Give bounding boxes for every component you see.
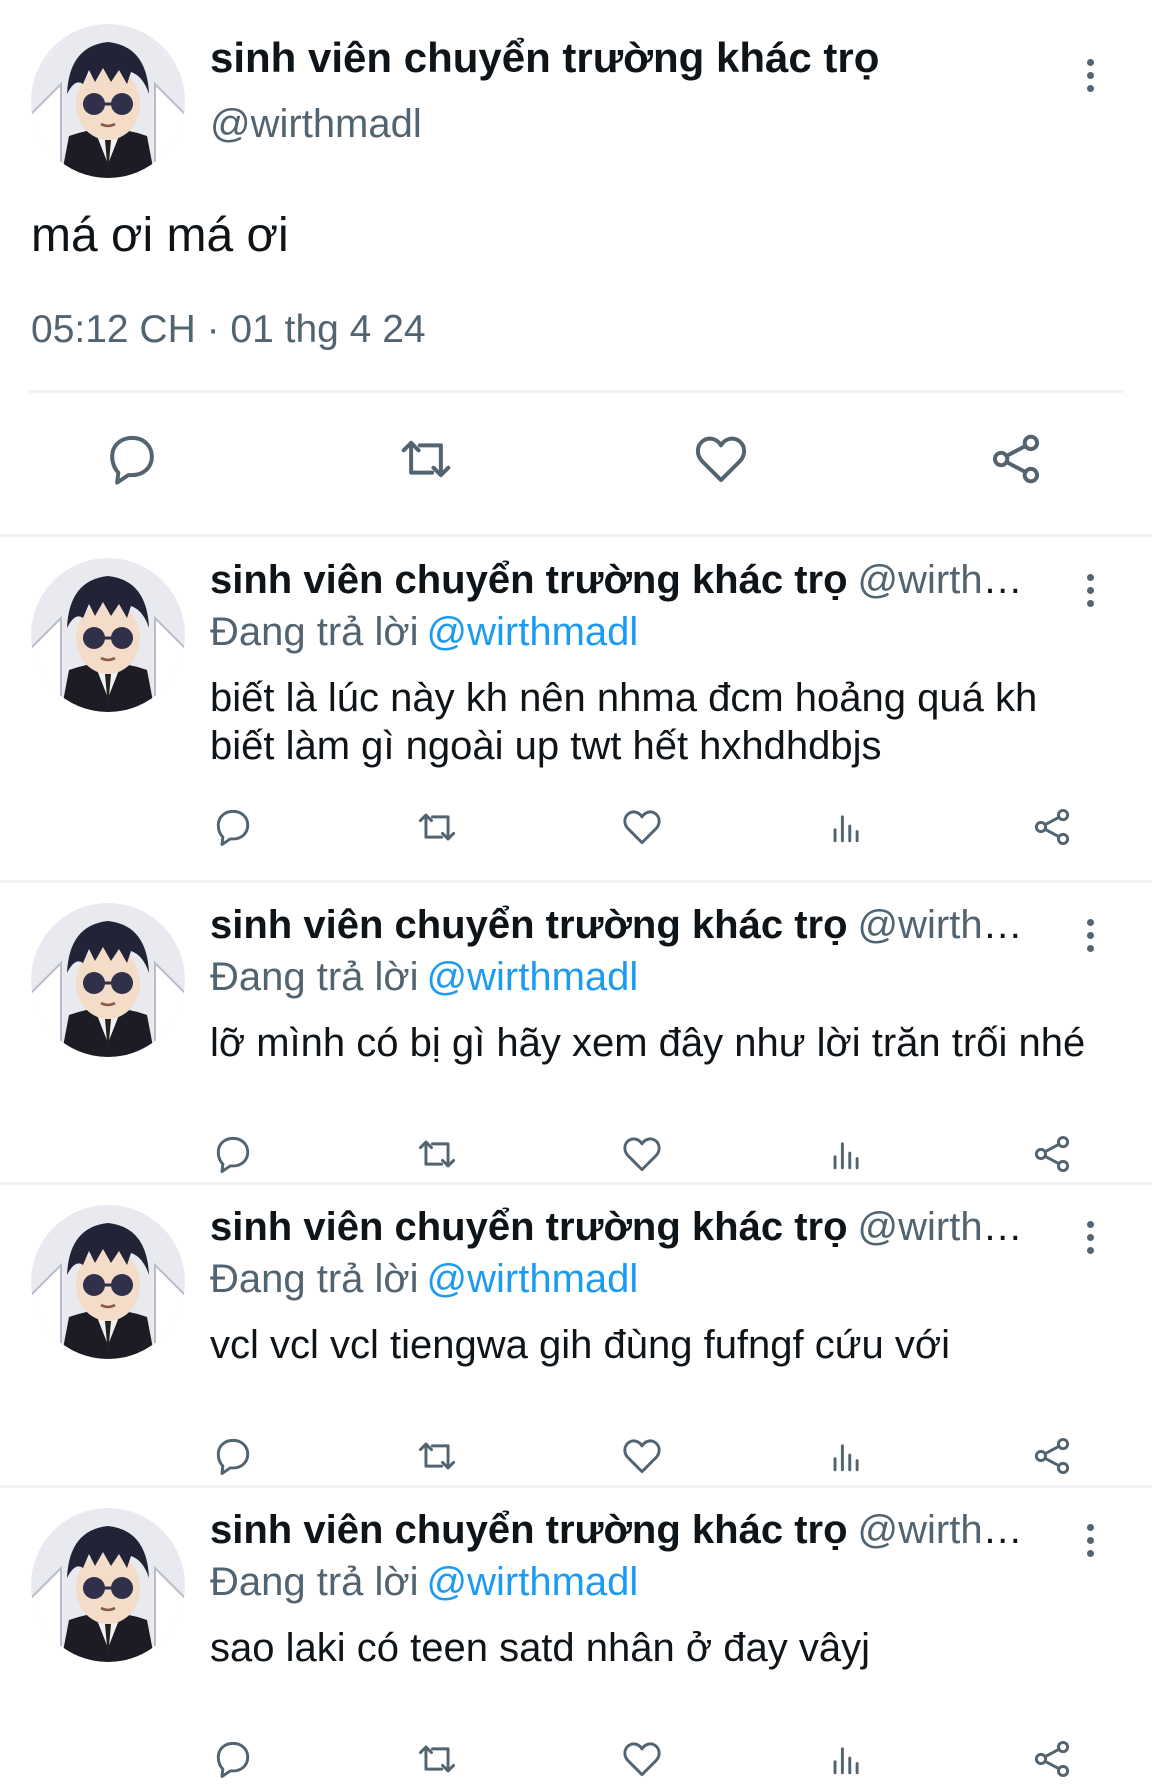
reply-icon[interactable]: [101, 428, 171, 498]
display-name[interactable]: sinh viên chuyển trường khác trọ: [210, 1205, 848, 1249]
reply-action-bar: [0, 1433, 1152, 1485]
reply-tweet[interactable]: sinh viên chuyển trường khác trọ @wirthm.…: [0, 1488, 1152, 1791]
replying-to-handle[interactable]: @wirthmadl: [427, 610, 639, 654]
tweet-timestamp[interactable]: 05:12 CH · 01 thg 4 24: [31, 308, 426, 352]
share-icon[interactable]: [985, 428, 1055, 498]
retweet-icon[interactable]: [414, 804, 466, 856]
reply-tweet[interactable]: sinh viên chuyển trường khác trọ @wirthm.…: [0, 883, 1152, 1185]
more-options-icon[interactable]: [1078, 1510, 1102, 1570]
more-options-icon[interactable]: [1078, 1207, 1102, 1267]
retweet-icon[interactable]: [414, 1736, 466, 1788]
replying-to-handle[interactable]: @wirthmadl: [427, 1560, 639, 1604]
main-tweet: sinh viên chuyển trường khác trọ @wirthm…: [0, 0, 1152, 530]
reply-text: lỡ mình có bị gì hãy xem đây như lời tră…: [210, 1021, 1086, 1065]
replying-to-handle[interactable]: @wirthmadl: [427, 955, 639, 999]
more-options-icon[interactable]: [1078, 560, 1102, 620]
more-options-icon[interactable]: [1078, 905, 1102, 965]
like-icon[interactable]: [619, 1736, 671, 1788]
username[interactable]: @wirthm...: [858, 1205, 1040, 1249]
avatar[interactable]: [31, 1508, 185, 1662]
views-icon[interactable]: [824, 1433, 876, 1485]
tweet-text: má ơi má ơi: [31, 209, 289, 262]
reply-action-bar: [0, 804, 1152, 856]
replying-to-handle[interactable]: @wirthmadl: [427, 1257, 639, 1301]
reply-text: biết là lúc này kh nên nhma đcm hoảng qu…: [210, 676, 1038, 768]
reply-icon[interactable]: [210, 1736, 262, 1788]
reply-header: sinh viên chuyển trường khác trọ @wirthm.…: [210, 1508, 1040, 1553]
reply-text: sao laki có teen satd nhân ở đay vâyj: [210, 1626, 870, 1670]
reply-text: vcl vcl vcl tiengwa gih đùng fufngf cứu …: [210, 1323, 951, 1367]
divider: [29, 390, 1123, 393]
username[interactable]: @wirthm...: [858, 1508, 1040, 1552]
replying-to: Đang trả lời @wirthmadl: [210, 1257, 638, 1302]
replying-to: Đang trả lời @wirthmadl: [210, 1560, 638, 1605]
replying-to: Đang trả lời @wirthmadl: [210, 955, 638, 1000]
replying-label: Đang trả lời: [210, 1257, 419, 1301]
avatar[interactable]: [31, 558, 185, 712]
views-icon[interactable]: [824, 804, 876, 856]
avatar[interactable]: [31, 903, 185, 1057]
avatar[interactable]: [31, 24, 185, 178]
share-icon[interactable]: [1029, 1433, 1081, 1485]
reply-icon[interactable]: [210, 1433, 262, 1485]
retweet-icon[interactable]: [414, 1433, 466, 1485]
replying-label: Đang trả lời: [210, 1560, 419, 1604]
display-name[interactable]: sinh viên chuyển trường khác trọ: [210, 34, 879, 82]
replying-to: Đang trả lời @wirthmadl: [210, 610, 638, 655]
like-icon[interactable]: [619, 1131, 671, 1183]
reply-tweet[interactable]: sinh viên chuyển trường khác trọ @wirthm.…: [0, 538, 1152, 883]
reply-header: sinh viên chuyển trường khác trọ @wirthm.…: [210, 903, 1040, 948]
reply-action-bar: [0, 1736, 1152, 1788]
username[interactable]: @wirthm...: [858, 903, 1040, 947]
like-icon[interactable]: [619, 804, 671, 856]
display-name[interactable]: sinh viên chuyển trường khác trọ: [210, 558, 848, 602]
share-icon[interactable]: [1029, 804, 1081, 856]
views-icon[interactable]: [824, 1736, 876, 1788]
username[interactable]: @wirthmadl: [210, 102, 422, 147]
display-name[interactable]: sinh viên chuyển trường khác trọ: [210, 1508, 848, 1552]
reply-tweet[interactable]: sinh viên chuyển trường khác trọ @wirthm.…: [0, 1185, 1152, 1488]
replying-label: Đang trả lời: [210, 610, 419, 654]
main-action-bar: [0, 428, 1152, 498]
views-icon[interactable]: [824, 1131, 876, 1183]
more-options-icon[interactable]: [1078, 45, 1102, 105]
like-icon[interactable]: [690, 428, 760, 498]
reply-header: sinh viên chuyển trường khác trọ @wirthm.…: [210, 558, 1040, 603]
reply-icon[interactable]: [210, 1131, 262, 1183]
reply-header: sinh viên chuyển trường khác trọ @wirthm.…: [210, 1205, 1040, 1250]
display-name[interactable]: sinh viên chuyển trường khác trọ: [210, 903, 848, 947]
like-icon[interactable]: [619, 1433, 671, 1485]
reply-action-bar: [0, 1131, 1152, 1183]
share-icon[interactable]: [1029, 1131, 1081, 1183]
share-icon[interactable]: [1029, 1736, 1081, 1788]
avatar[interactable]: [31, 1205, 185, 1359]
replying-label: Đang trả lời: [210, 955, 419, 999]
username[interactable]: @wirthm...: [858, 558, 1040, 602]
retweet-icon[interactable]: [414, 1131, 466, 1183]
divider: [0, 534, 1152, 537]
retweet-icon[interactable]: [395, 428, 465, 498]
reply-icon[interactable]: [210, 804, 262, 856]
